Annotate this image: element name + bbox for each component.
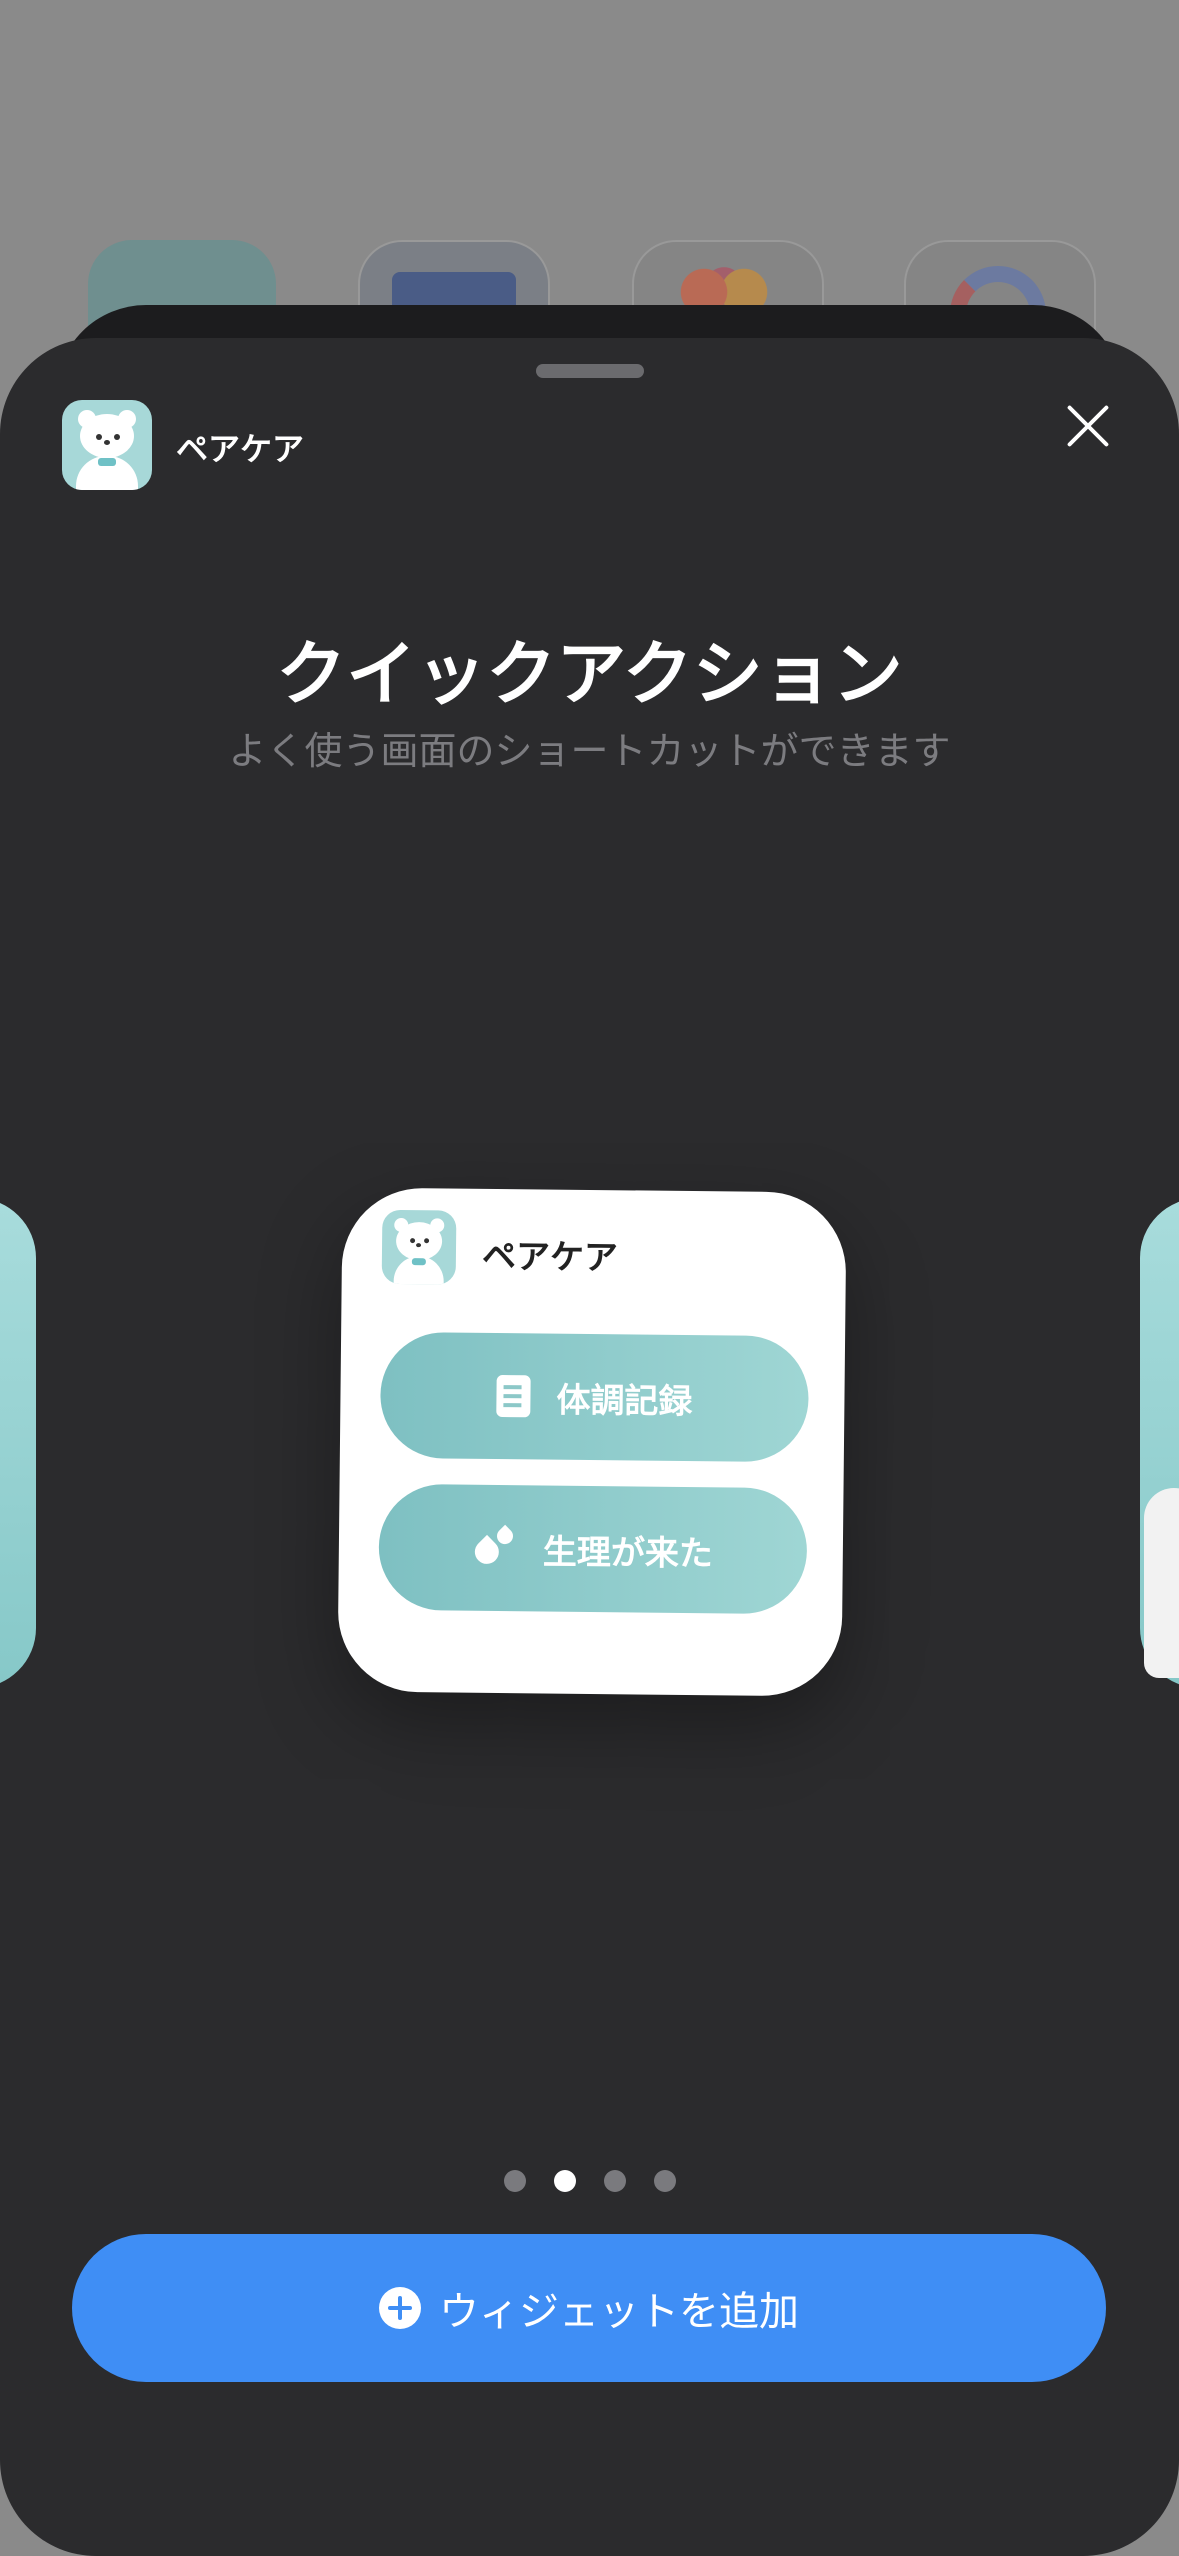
app-name: ペアケア: [176, 430, 305, 468]
widget-preview-next[interactable]: [1140, 1198, 1179, 1688]
widget-app-icon: [381, 1209, 457, 1285]
memo-icon: [496, 1374, 531, 1418]
period-started-label: 生理が来た: [542, 1531, 714, 1574]
page-indicator[interactable]: [0, 2170, 1179, 2192]
bear-eye-icon: [114, 434, 120, 440]
drop-icon: [469, 1524, 517, 1570]
bear-eye-icon: [410, 1238, 416, 1244]
page-dot[interactable]: [603, 2170, 626, 2192]
widget-preview[interactable]: ペアケア 体調記録 生理が来た: [337, 1187, 847, 1697]
page-dot-active[interactable]: [553, 2170, 576, 2192]
health-record-button[interactable]: 体調記録: [379, 1331, 810, 1463]
bear-eye-icon: [424, 1238, 430, 1244]
widget-title: クイックアクション: [276, 633, 903, 715]
bow-icon: [411, 1258, 426, 1266]
app-icon: [62, 400, 152, 490]
add-widget-button[interactable]: ウィジェットを追加: [72, 2234, 1106, 2382]
widget-gallery-sheet: ペアケア クイックアクション よく使う画面のショートカットができます ペアケア …: [0, 338, 1179, 2556]
add-widget-label: ウィジェットを追加: [439, 2289, 799, 2335]
page-dot[interactable]: [653, 2170, 676, 2192]
bow-icon: [98, 458, 116, 466]
page-dot[interactable]: [503, 2170, 526, 2192]
period-started-button[interactable]: 生理が来た: [378, 1483, 808, 1615]
bear-nose-icon: [104, 440, 110, 445]
bear-head-icon: [80, 414, 134, 458]
bear-head-icon: [395, 1221, 443, 1261]
health-record-label: 体調記録: [556, 1380, 693, 1422]
bear-eye-icon: [96, 434, 102, 440]
widget-subtitle: よく使う画面のショートカットができます: [228, 729, 951, 773]
sheet-grabber[interactable]: [536, 364, 644, 378]
close-icon[interactable]: [1060, 398, 1116, 454]
plus-circle-icon: [379, 2287, 421, 2329]
bear-nose-icon: [416, 1243, 422, 1248]
widget-preview-prev[interactable]: [0, 1198, 36, 1688]
widget-app-name: ペアケア: [481, 1236, 619, 1279]
